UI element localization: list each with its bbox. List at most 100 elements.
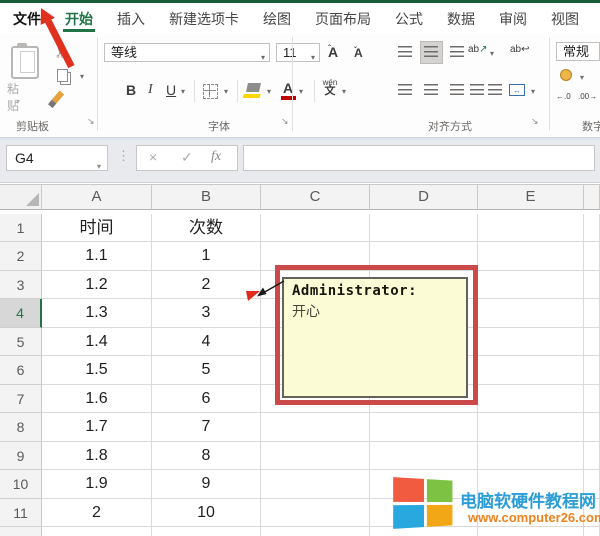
insert-function-icon[interactable]: fx [211,149,221,165]
phonetic-guide-button[interactable]: wén 文 [322,79,338,95]
cancel-icon[interactable]: × [149,149,157,165]
formula-input[interactable] [243,145,595,171]
decrease-decimal-button[interactable]: .00→ [578,92,597,101]
cell-C2[interactable] [261,242,370,271]
row-header-3[interactable]: 3 [0,271,42,300]
tab-3[interactable]: 插入 [117,5,145,33]
wrap-text-button[interactable]: ab↩ [510,44,530,55]
cell-B10[interactable]: 9 [152,470,261,499]
comment-box[interactable]: Administrator: 开心 [282,277,468,398]
number-format-select[interactable]: 常规 [556,42,600,61]
cell-A12[interactable] [42,527,152,536]
cell-E8[interactable] [478,413,584,442]
increase-decimal-button[interactable]: ←.0 [556,92,571,101]
decrease-indent-button[interactable] [470,84,484,95]
row-header-7[interactable]: 7 [0,385,42,414]
fill-color-button[interactable] [246,83,261,92]
borders-dropdown-icon[interactable]: ▾ [224,87,228,96]
top-align-button[interactable] [398,46,412,57]
increase-indent-button[interactable] [488,84,502,95]
cell-C8[interactable] [261,413,370,442]
copy-button[interactable] [57,69,68,82]
merge-center-button[interactable]: ↔ [509,84,525,96]
cell-C9[interactable] [261,442,370,471]
cell-C1[interactable] [261,214,370,243]
column-header-B[interactable]: B [152,185,261,210]
cell-A11[interactable]: 2 [42,499,152,528]
merge-dropdown-icon[interactable]: ▾ [531,87,535,96]
format-painter-button[interactable] [52,90,64,103]
cell-A1[interactable]: 时间 [42,214,152,243]
row-header-4[interactable]: 4 [0,299,42,328]
cell-A4[interactable]: 1.3 [42,299,152,328]
row-header-11[interactable]: 11 [0,499,42,528]
tab-4[interactable]: 新建选项卡 [169,5,239,33]
cell-A6[interactable]: 1.5 [42,356,152,385]
cell-E4[interactable] [478,299,584,328]
cell-A2[interactable]: 1.1 [42,242,152,271]
cell-B4[interactable]: 3 [152,299,261,328]
tab-6[interactable]: 页面布局 [315,5,371,33]
font-color-dropdown-icon[interactable]: ▾ [299,87,303,96]
cell-B1[interactable]: 次数 [152,214,261,243]
alignment-dialog-launcher-icon[interactable]: ↘ [531,116,539,127]
cell-F4[interactable] [584,299,600,328]
cell-D9[interactable] [370,442,478,471]
row-header-6[interactable]: 6 [0,356,42,385]
row-header-9[interactable]: 9 [0,442,42,471]
fill-color-dropdown-icon[interactable]: ▾ [267,87,271,96]
cell-B8[interactable]: 7 [152,413,261,442]
cell-F7[interactable] [584,385,600,414]
cell-D2[interactable] [370,242,478,271]
cell-F5[interactable] [584,328,600,357]
cell-C10[interactable] [261,470,370,499]
cell-F1[interactable] [584,214,600,243]
row-header-1[interactable]: 1 [0,214,42,243]
name-box-dropdown-icon[interactable]: ▾ [97,155,101,179]
cell-E2[interactable] [478,242,584,271]
cell-C11[interactable] [261,499,370,528]
tab-5[interactable]: 绘图 [263,5,291,33]
column-header-E[interactable]: E [478,185,584,210]
column-header-A[interactable]: A [42,185,152,210]
cell-B12[interactable] [152,527,261,536]
middle-align-button[interactable] [424,46,438,57]
cell-A10[interactable]: 1.9 [42,470,152,499]
cell-B2[interactable]: 1 [152,242,261,271]
cell-E9[interactable] [478,442,584,471]
cell-E3[interactable] [478,271,584,300]
underline-dropdown-icon[interactable]: ▾ [181,87,185,96]
cut-button[interactable]: ✂ [51,46,69,59]
font-name-select[interactable]: 等线 ▾ [104,43,270,62]
bottom-align-button[interactable] [450,46,464,57]
cell-F9[interactable] [584,442,600,471]
orientation-dropdown-icon[interactable]: ▾ [490,49,494,58]
formula-bar-handle-icon[interactable]: ⋮ [117,148,130,164]
cell-A8[interactable]: 1.7 [42,413,152,442]
row-header-5[interactable]: 5 [0,328,42,357]
row-header-10[interactable]: 10 [0,470,42,499]
cell-E1[interactable] [478,214,584,243]
cell-E5[interactable] [478,328,584,357]
cell-F6[interactable] [584,356,600,385]
row-header-12[interactable]: 12 [0,527,42,536]
accounting-format-icon[interactable] [560,69,572,81]
underline-button[interactable]: U [166,82,176,98]
cell-F8[interactable] [584,413,600,442]
enter-icon[interactable]: ✓ [181,149,193,166]
column-header-C[interactable]: C [261,185,370,210]
row-header-2[interactable]: 2 [0,242,42,271]
clipboard-dialog-launcher-icon[interactable]: ↘ [87,116,95,127]
cell-B9[interactable]: 8 [152,442,261,471]
tab-10[interactable]: 视图 [551,5,579,33]
tab-1[interactable]: 文件 [13,5,41,33]
borders-button[interactable] [203,84,218,99]
font-dialog-launcher-icon[interactable]: ↘ [281,116,289,127]
cell-B5[interactable]: 4 [152,328,261,357]
copy-dropdown-icon[interactable]: ▾ [80,72,84,81]
tab-8[interactable]: 数据 [447,5,475,33]
tab-7[interactable]: 公式 [395,5,423,33]
italic-button[interactable]: I [148,82,153,98]
cell-D1[interactable] [370,214,478,243]
cell-F3[interactable] [584,271,600,300]
